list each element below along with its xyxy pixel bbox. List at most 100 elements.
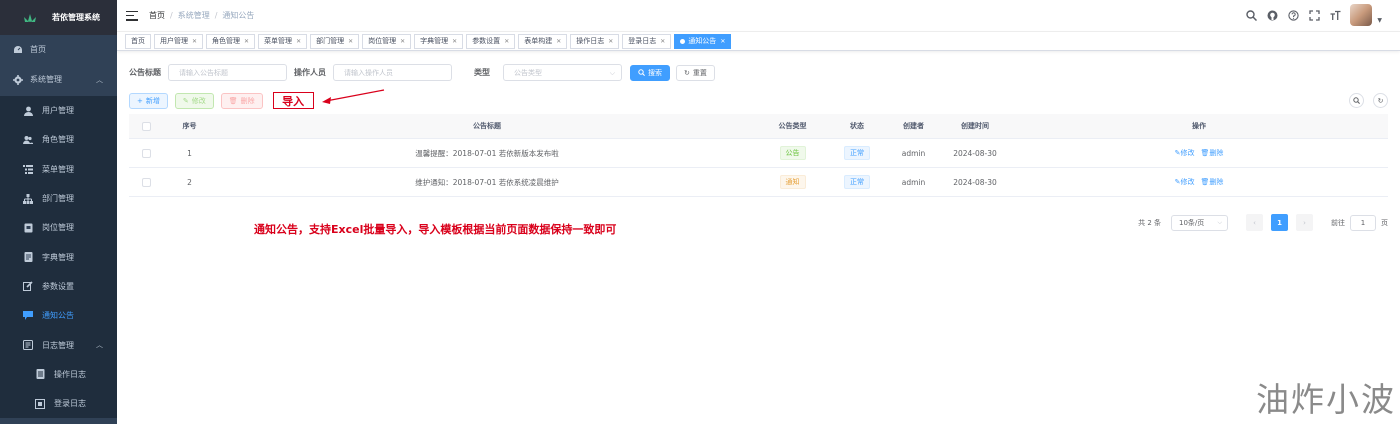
close-icon[interactable]: ✕: [504, 38, 509, 45]
next-page-button[interactable]: ›: [1296, 214, 1313, 231]
chevron-left-icon: ‹: [1253, 218, 1256, 227]
sidebar-item-label: 菜单管理: [42, 164, 74, 174]
reset-button[interactable]: ↻ 重置: [676, 64, 715, 81]
sidebar-item-dict[interactable]: 字典管理: [0, 242, 117, 272]
row-checkbox-cell: [129, 168, 163, 196]
sidebar-item-roles[interactable]: 角色管理: [0, 125, 117, 155]
title-placeholder: 请输入公告标题: [179, 68, 228, 77]
operator-input[interactable]: 请输入操作人员: [333, 64, 452, 81]
close-icon[interactable]: ✕: [244, 38, 249, 45]
cell-title: 维护通知：2018-07-01 若依系统凌晨维护: [415, 177, 559, 187]
hamburger-icon[interactable]: [126, 10, 138, 21]
tag-build[interactable]: 表单构建 ✕: [518, 33, 568, 49]
refresh-button[interactable]: ↻: [1373, 93, 1388, 108]
close-icon[interactable]: ✕: [192, 38, 197, 45]
logininfor-icon: [34, 398, 46, 410]
app-root: 若依管理系统 首页 系统管理 ︿ 用户管理 角色管理 菜单管理 部门管理 岗位管…: [0, 0, 1400, 424]
close-icon[interactable]: ✕: [608, 38, 613, 45]
row-checkbox-cell: [129, 139, 163, 167]
tag-label: 参数设置: [472, 37, 501, 45]
close-icon[interactable]: ✕: [400, 38, 405, 45]
sidebar-item-config[interactable]: 参数设置: [0, 271, 117, 302]
tag-users[interactable]: 用户管理 ✕: [154, 33, 204, 49]
search-icon[interactable]: [1245, 9, 1257, 21]
search-toggle-button[interactable]: [1349, 93, 1364, 108]
sidebar-item-label: 操作日志: [54, 369, 86, 379]
sidebar-item-logs[interactable]: 日志管理 ︿: [0, 330, 117, 360]
close-icon[interactable]: ✕: [556, 38, 561, 45]
operator-placeholder: 请输入操作人员: [344, 68, 393, 77]
sidebar-item-operlog[interactable]: 操作日志: [0, 359, 117, 389]
title-input[interactable]: 请输入公告标题: [168, 64, 287, 81]
font-size-icon[interactable]: [1329, 9, 1341, 21]
edit-button[interactable]: ✎ 修改: [174, 92, 214, 109]
row-edit-link[interactable]: ✎修改: [1175, 148, 1195, 158]
sidebar-item-home[interactable]: 首页: [0, 35, 117, 63]
sidebar: 若依管理系统 首页 系统管理 ︿ 用户管理 角色管理 菜单管理 部门管理 岗位管…: [0, 0, 117, 424]
close-icon[interactable]: ✕: [720, 38, 725, 45]
delete-button[interactable]: 🗑 删除: [220, 92, 263, 109]
sidebar-item-notice[interactable]: 通知公告: [0, 301, 117, 331]
row-delete-link[interactable]: 🗑删除: [1200, 148, 1223, 158]
prev-page-button[interactable]: ‹: [1246, 214, 1263, 231]
caret-down-icon[interactable]: ▼: [1377, 17, 1382, 24]
tag-logininfor[interactable]: 登录日志 ✕: [622, 33, 672, 49]
chevron-up-icon: ︿: [96, 75, 103, 84]
type-badge: 公告: [779, 146, 806, 160]
tag-roles[interactable]: 角色管理 ✕: [206, 33, 256, 49]
tag-notice[interactable]: 通知公告 ✕: [674, 33, 732, 49]
type-placeholder: 公告类型: [514, 68, 542, 77]
chevron-down-icon: ⌵: [1217, 218, 1222, 226]
cell-actions: ✎修改 🗑删除: [1010, 168, 1388, 196]
close-icon[interactable]: ✕: [348, 38, 353, 45]
tag-menus[interactable]: 菜单管理 ✕: [258, 33, 308, 49]
search-button[interactable]: 搜索: [630, 64, 670, 81]
select-all-checkbox[interactable]: [141, 121, 151, 131]
question-icon[interactable]: [1287, 9, 1299, 21]
sidebar-item-users[interactable]: 用户管理: [0, 96, 117, 126]
dashboard-icon: [12, 43, 24, 55]
row-delete-link[interactable]: 🗑删除: [1200, 177, 1223, 187]
sidebar-item-system[interactable]: 系统管理 ︿: [0, 63, 117, 96]
tag-operlog[interactable]: 操作日志 ✕: [570, 33, 620, 49]
type-label: 类型: [474, 68, 490, 77]
tag-config[interactable]: 参数设置 ✕: [466, 33, 516, 49]
sidebar-item-menus[interactable]: 菜单管理: [0, 154, 117, 184]
header-cell: 状态: [850, 122, 864, 130]
github-icon[interactable]: [1266, 9, 1278, 21]
row-checkbox[interactable]: [141, 177, 151, 187]
sidebar-item-logininfor[interactable]: 登录日志: [0, 388, 117, 419]
chevron-up-icon: ︿: [96, 341, 103, 350]
tag-depts[interactable]: 部门管理 ✕: [310, 33, 360, 49]
header-checkbox-cell: [129, 114, 163, 138]
tags-view: 首页 用户管理 ✕ 角色管理 ✕ 菜单管理 ✕ 部门管理 ✕ 岗位管理 ✕ 字典管理 ✕ 参…: [117, 32, 1400, 51]
pagination-total: 共 2 条: [1138, 218, 1161, 227]
tag-label: 操作日志: [576, 37, 605, 45]
row-checkbox[interactable]: [141, 148, 151, 158]
close-icon[interactable]: ✕: [660, 38, 665, 45]
tag-dict[interactable]: 字典管理 ✕: [414, 33, 464, 49]
add-button[interactable]: + 新增: [129, 92, 168, 109]
tag-label: 部门管理: [316, 37, 345, 45]
row-edit-link[interactable]: ✎修改: [1175, 177, 1195, 187]
import-button[interactable]: 导入: [272, 92, 314, 109]
reset-button-label: 重置: [692, 68, 707, 77]
breadcrumb-item: 系统管理: [177, 11, 210, 20]
sidebar-item-posts[interactable]: 岗位管理: [0, 213, 117, 243]
tree-icon: [22, 193, 34, 205]
tag-home[interactable]: 首页: [125, 33, 151, 49]
close-icon[interactable]: ✕: [452, 38, 457, 45]
avatar[interactable]: [1350, 4, 1373, 26]
page-number-button[interactable]: 1: [1271, 214, 1288, 231]
goto-input[interactable]: 1: [1350, 214, 1376, 231]
type-select[interactable]: 公告类型 ⌵: [503, 64, 622, 81]
tag-posts[interactable]: 岗位管理 ✕: [362, 33, 412, 49]
fullscreen-icon[interactable]: [1308, 9, 1320, 21]
sidebar-item-depts[interactable]: 部门管理: [0, 183, 117, 214]
sidebar-item-label: 系统管理: [30, 75, 62, 84]
row-delete-label: 删除: [1209, 178, 1224, 186]
page-size-select[interactable]: 10条/页 ⌵: [1171, 214, 1228, 231]
close-icon[interactable]: ✕: [296, 38, 301, 45]
logo[interactable]: 若依管理系统: [0, 0, 117, 35]
breadcrumb-item[interactable]: 首页: [149, 10, 165, 21]
